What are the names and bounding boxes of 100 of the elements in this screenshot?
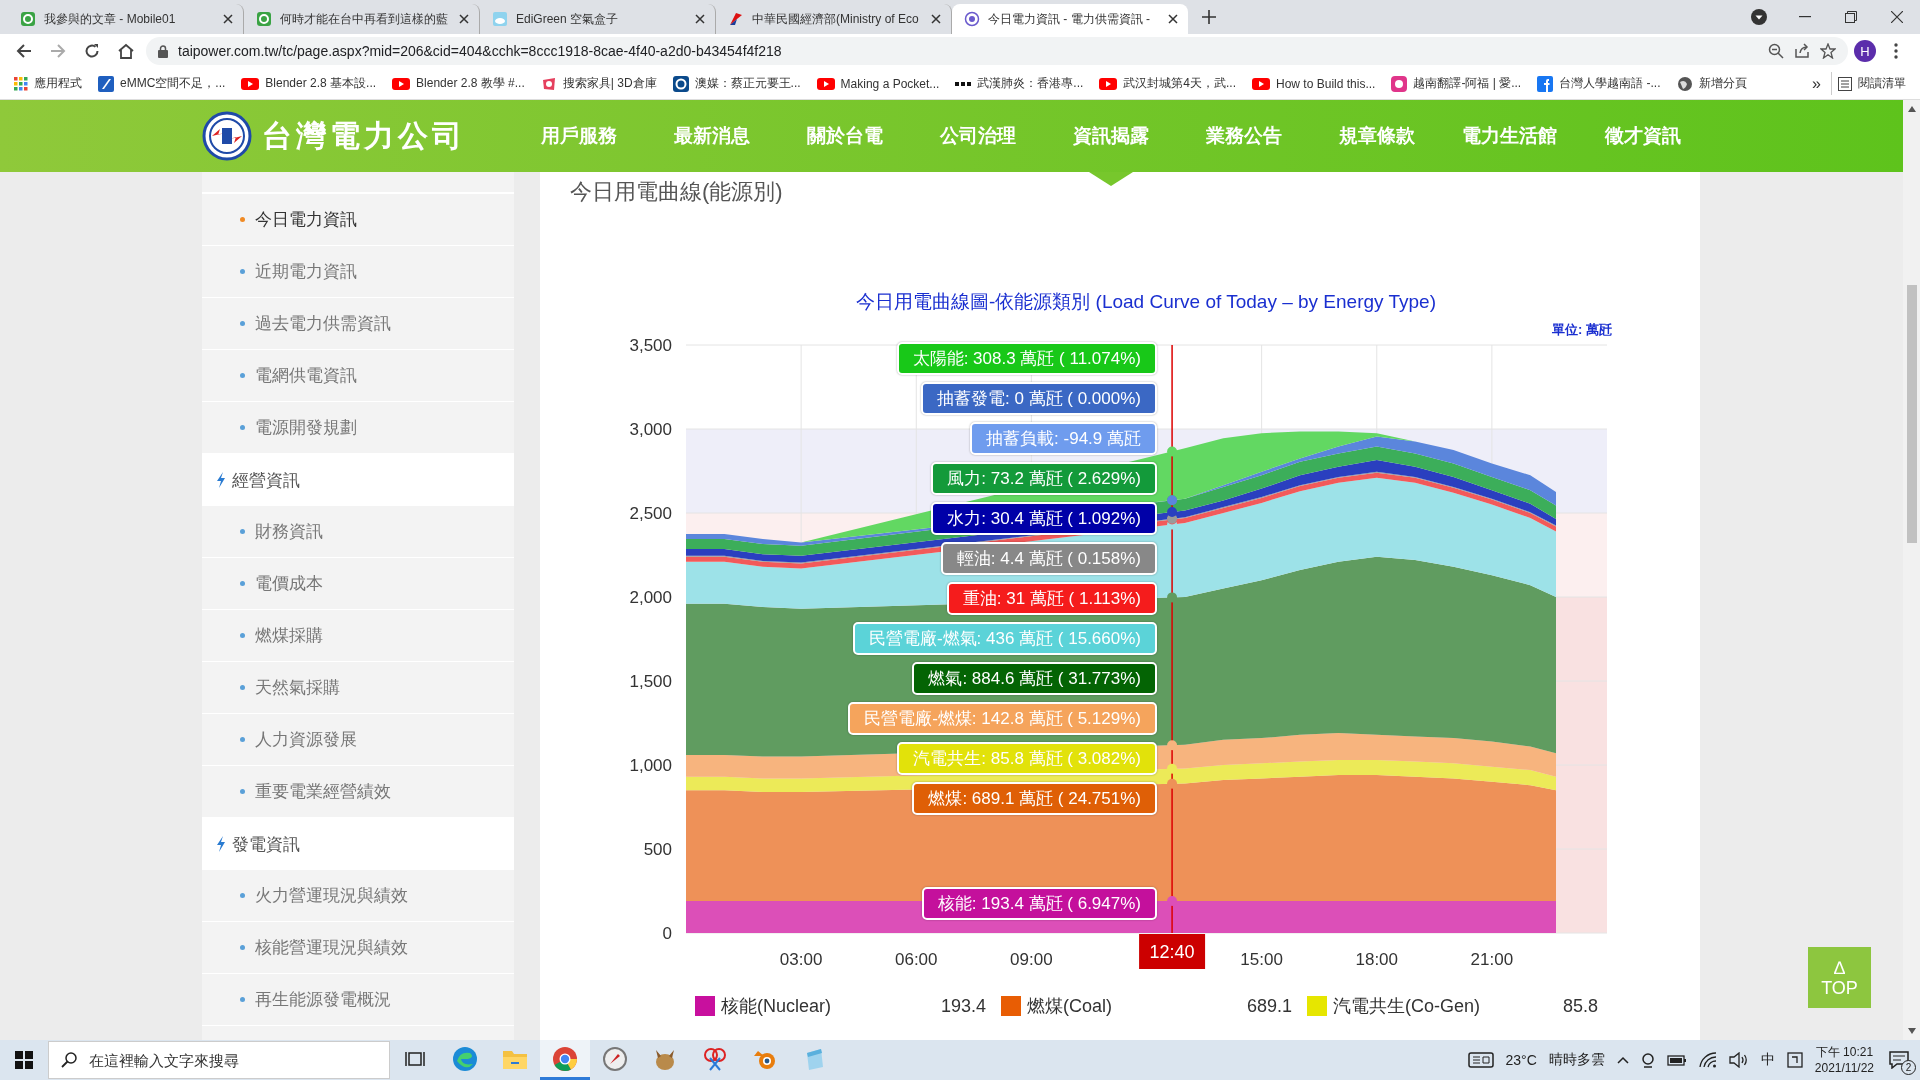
- search-icon: [61, 1052, 77, 1068]
- legend-value: 85.8: [1562, 995, 1598, 1017]
- scroll-up-icon[interactable]: [1907, 106, 1916, 112]
- bookmark[interactable]: eMMC空間不足，...: [92, 72, 232, 95]
- volume-icon[interactable]: [1728, 1052, 1749, 1068]
- close-icon[interactable]: [931, 14, 941, 24]
- blog-icon: [98, 75, 114, 92]
- list-icon: [1838, 76, 1852, 91]
- bookmark[interactable]: Making a Pocket...: [810, 73, 946, 94]
- apps-icon: [14, 76, 28, 91]
- y-axis-label: 2,000: [629, 588, 672, 607]
- home-icon: [117, 43, 135, 59]
- star-icon[interactable]: [1820, 43, 1836, 59]
- y-axis-label: 1,000: [629, 756, 672, 775]
- profile-avatar[interactable]: H: [1854, 40, 1876, 62]
- legend-label: 核能(Nuclear): [721, 995, 831, 1018]
- legend-label: 燃煤(Coal): [1027, 995, 1112, 1018]
- bookmark[interactable]: How to Build this...: [1246, 73, 1382, 94]
- task-view-icon: [405, 1049, 425, 1068]
- bookmark[interactable]: Blender 2.8 教學 #...: [386, 72, 531, 95]
- reading-list-button[interactable]: 閱讀清單: [1831, 72, 1912, 95]
- windows-icon: [15, 1051, 33, 1069]
- tooltip-label: 重油: 31 萬瓩 ( 1.113%): [946, 582, 1157, 615]
- y-axis-label: 3,000: [629, 420, 672, 439]
- scissors-icon: [702, 1045, 728, 1072]
- x-axis-label: 15:00: [1240, 950, 1283, 969]
- menu-icon: [1894, 43, 1898, 59]
- bookmark[interactable]: 搜索家具| 3D倉庫: [534, 72, 663, 95]
- search-input[interactable]: 在這裡輸入文字來搜尋: [87, 1050, 389, 1070]
- share-icon[interactable]: [1794, 43, 1810, 59]
- tooltip-label: 風力: 73.2 萬瓩 ( 2.629%): [931, 462, 1157, 495]
- browser-tab[interactable]: 今日電力資訊 - 電力供需資訊 -: [952, 4, 1188, 34]
- camera-icon[interactable]: [1640, 1052, 1655, 1068]
- close-icon[interactable]: [1168, 14, 1178, 24]
- bookmark[interactable]: 越南翻譯-阿福 | 愛...: [1385, 72, 1528, 95]
- bookmark[interactable]: Blender 2.8 基本設...: [235, 72, 383, 95]
- clock[interactable]: 下午 10:21 2021/11/22: [1814, 1044, 1874, 1076]
- battery-icon[interactable]: [1666, 1054, 1687, 1066]
- dots-icon: [955, 80, 972, 87]
- bookmark[interactable]: 應用程式: [8, 72, 88, 95]
- y-axis-label: 1,500: [629, 672, 672, 691]
- bookmark[interactable]: 澳媒：蔡正元要王...: [666, 72, 807, 95]
- video-icon: [1252, 76, 1271, 91]
- forward-arrow-icon: [50, 43, 66, 59]
- weather-icon: [1467, 1051, 1494, 1069]
- tooltip-label: 燃煤: 689.1 萬瓩 ( 24.751%): [912, 782, 1157, 815]
- address-bar[interactable]: taipower.com.tw/tc/page.aspx?mid=206&cid=404&cchk=8ccc1918-8cae-4f40-a2d0-b43454f4f218: [146, 37, 1848, 65]
- chevron-icon[interactable]: [1616, 1056, 1629, 1064]
- tooltip-label: 輕油: 4.4 萬瓩 ( 0.158%): [940, 542, 1157, 575]
- close-icon[interactable]: [223, 14, 233, 24]
- legend-label: 汽電共生(Co-Gen): [1333, 995, 1480, 1018]
- chart-title: 今日用電曲線圖-依能源類別 (Load Curve of Today – by Energy Type): [855, 291, 1437, 312]
- legend-value: 193.4: [940, 995, 986, 1017]
- y-axis-label: 3,500: [629, 336, 672, 355]
- temperature: 23°C: [1505, 1052, 1537, 1068]
- more-bookmarks-button[interactable]: »: [1806, 71, 1827, 96]
- caret-icon: [1751, 9, 1767, 25]
- scrollbar-thumb[interactable]: [1906, 285, 1917, 543]
- weather-condition: 晴時多雲: [1548, 1051, 1605, 1069]
- ime-mode-icon[interactable]: [1786, 1052, 1803, 1068]
- flag-icon: [728, 11, 744, 27]
- zoom-out-icon[interactable]: [1768, 43, 1784, 59]
- bookmark[interactable]: 武汉封城第4天，武...: [1093, 72, 1243, 95]
- sidebar-section[interactable]: 發電資訊: [202, 818, 514, 870]
- tooltip-label: 太陽能: 308.3 萬瓩 ( 11.074%): [896, 342, 1157, 375]
- browser-icon: [452, 1045, 478, 1072]
- close-icon[interactable]: [459, 14, 469, 24]
- wifi-icon[interactable]: [1698, 1052, 1717, 1068]
- restore-icon: [1845, 11, 1857, 23]
- bookmark[interactable]: 台灣人學越南語 -...: [1531, 72, 1667, 95]
- x-axis-label: 21:00: [1470, 950, 1514, 969]
- minimize-icon: [1799, 16, 1811, 18]
- page-heading: 今日用電曲線(能源別): [570, 178, 783, 206]
- news-icon: [672, 75, 689, 92]
- video-icon: [816, 76, 835, 91]
- close-icon[interactable]: [695, 14, 705, 24]
- emblem-icon[interactable]: [202, 111, 252, 161]
- taskbar-app[interactable]: [540, 1040, 590, 1080]
- x-axis-label: 06:00: [895, 950, 938, 969]
- forum-icon: [20, 11, 36, 27]
- video-icon: [1099, 76, 1118, 91]
- bookmark[interactable]: 武漢肺炎：香港專...: [949, 72, 1090, 95]
- time-marker-label: 12:40: [1139, 934, 1206, 969]
- tooltip-label: 水力: 30.4 萬瓩 ( 1.092%): [931, 502, 1157, 535]
- scroll-down-icon[interactable]: [1907, 1028, 1916, 1034]
- x-axis-label: 03:00: [779, 950, 823, 969]
- search-bar[interactable]: 在這裡輸入文字來搜尋: [48, 1041, 390, 1079]
- emblem-icon: [964, 11, 980, 27]
- y-axis-label: 0: [662, 924, 672, 943]
- y-axis-label: 500: [643, 840, 672, 859]
- input-method-indicator[interactable]: 中: [1760, 1051, 1775, 1069]
- message-icon: [1889, 1051, 1909, 1069]
- scrollbar[interactable]: [1903, 100, 1920, 1040]
- x-axis-label: 09:00: [1010, 950, 1053, 969]
- bookmark[interactable]: 新增分頁: [1670, 72, 1753, 95]
- x-axis-label: 18:00: [1355, 950, 1398, 969]
- plus-icon: [1202, 10, 1216, 24]
- sidebar-section[interactable]: 經營資訊: [202, 454, 514, 506]
- video-icon: [241, 76, 260, 91]
- globe-icon: [1676, 75, 1693, 92]
